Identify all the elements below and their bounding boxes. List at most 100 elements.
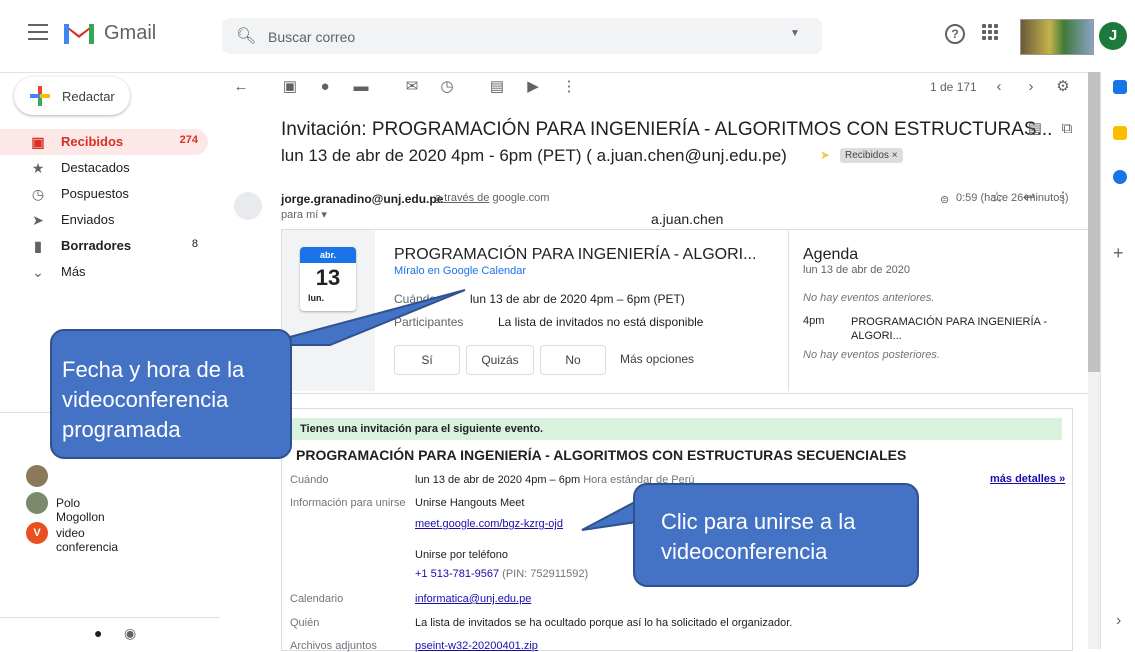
search-options-icon[interactable]: ▼: [790, 28, 800, 39]
recipient-dropdown[interactable]: para mí ▾: [281, 208, 327, 221]
settings-gear-icon[interactable]: ⚙: [1054, 78, 1072, 96]
person-icon[interactable]: ●: [94, 625, 102, 641]
mark-unread-icon[interactable]: ✉: [403, 78, 421, 96]
next-page-icon[interactable]: ›: [1022, 78, 1040, 96]
calendar-app-icon[interactable]: [1113, 80, 1127, 94]
via-link[interactable]: a través de: [435, 192, 489, 204]
label-chip[interactable]: Recibidos ×: [840, 148, 903, 163]
label-icon[interactable]: ▶: [524, 78, 542, 96]
who-label: Quién: [290, 617, 320, 629]
phone-info: +1 513-781-9567 (PIN: 752911592): [415, 568, 588, 580]
calendar-month: abr.: [300, 247, 356, 263]
sidebar-item-more[interactable]: ⌄ Más: [0, 259, 208, 285]
email-subject-line2: lun 13 de abr de 2020 4pm - 6pm (PET) ( …: [281, 146, 787, 165]
agenda-date: lun 13 de abr de 2020: [803, 264, 911, 276]
sidebar-item-starred[interactable]: ★ Destacados: [0, 155, 208, 181]
attachment-link[interactable]: pseint-w32-20200401.zip: [415, 640, 538, 652]
via-domain: google.com: [492, 192, 550, 204]
draft-count: 8: [191, 238, 198, 250]
when-datetime: lun 13 de abr de 2020 4pm – 6pm: [415, 474, 581, 486]
pagination-count: 1 de 171: [930, 80, 977, 94]
more-details-link[interactable]: más detalles »: [990, 473, 1065, 485]
more-vert-icon[interactable]: ⋮: [560, 78, 578, 96]
star-toggle-icon[interactable]: ☆: [988, 189, 1006, 207]
main-menu-icon[interactable]: [28, 24, 48, 40]
gmail-logo-icon[interactable]: [62, 20, 96, 46]
print-icon[interactable]: ▤: [1026, 120, 1044, 138]
sidebar-item-label: Enviados: [61, 212, 115, 227]
participants-value: La lista de invitados no está disponible: [498, 315, 704, 329]
keep-app-icon[interactable]: [1113, 126, 1127, 140]
apps-grid-icon[interactable]: [982, 24, 998, 40]
sidebar-item-label: Recibidos: [61, 134, 124, 149]
search-placeholder: Buscar correo: [268, 29, 356, 45]
sidebar-item-inbox[interactable]: ▣ Recibidos 274: [0, 129, 208, 155]
chevron-down-icon: ⌄: [32, 264, 44, 280]
calendar-label: Calendario: [290, 593, 344, 605]
view-in-calendar-link[interactable]: Míralo en Google Calendar: [394, 265, 526, 277]
expand-panel-icon[interactable]: ›: [1116, 612, 1121, 630]
phone-number-link[interactable]: +1 513-781-9567: [415, 568, 499, 580]
sidebar-item-label: Más: [61, 264, 86, 279]
search-icon[interactable]: 🔍︎: [236, 26, 256, 46]
join-title: Unirse Hangouts Meet: [415, 497, 525, 509]
sidebar-item-label: Destacados: [61, 160, 130, 175]
contact-avatar: [26, 492, 48, 514]
more-vert-icon[interactable]: ⋮: [1054, 189, 1072, 207]
sidebar-item-drafts[interactable]: ▮ Borradores 8: [0, 233, 208, 259]
when-label: Cuándo: [290, 474, 329, 486]
email-timestamp: 0:59 (hace 26 minutos): [956, 192, 1069, 204]
tasks-app-icon[interactable]: [1113, 170, 1127, 184]
contact-name: Polo Mogollon: [56, 496, 105, 524]
sidebar-item-snoozed[interactable]: ◷ Pospuestos: [0, 181, 208, 207]
meet-link[interactable]: meet.google.com/bgz-kzrg-ojd: [415, 518, 563, 530]
sidebar-bottom-bar: [0, 617, 220, 650]
join-info-label: Información para unirse: [290, 497, 406, 509]
agenda-title: Agenda: [803, 246, 859, 263]
recipient-name: a.juan.chen: [651, 211, 724, 227]
calendar-value[interactable]: informatica@unj.edu.pe: [415, 593, 531, 605]
app-name: Gmail: [104, 22, 157, 44]
open-new-window-icon[interactable]: ⧉: [1058, 120, 1076, 138]
importance-marker-icon[interactable]: ➤: [820, 148, 830, 162]
contact-name: video conferencia: [56, 526, 119, 554]
agenda-time: 4pm: [803, 315, 825, 327]
contact-avatar: V: [26, 522, 48, 544]
help-icon[interactable]: ?: [945, 24, 965, 44]
reply-icon[interactable]: ↩: [1020, 189, 1038, 207]
prev-page-icon[interactable]: ‹: [990, 78, 1008, 96]
move-to-icon[interactable]: ▤: [488, 78, 506, 96]
hangouts-icon[interactable]: ◉: [124, 625, 136, 642]
account-avatar[interactable]: J: [1099, 22, 1127, 50]
sidebar-item-sent[interactable]: ➤ Enviados: [0, 207, 208, 233]
more-options-button[interactable]: Más opciones: [620, 352, 694, 366]
phone-pin: (PIN: 752911592): [502, 568, 589, 580]
rsvp-no-button[interactable]: No: [540, 345, 606, 375]
report-spam-icon[interactable]: ●: [316, 78, 334, 96]
sender-avatar[interactable]: [234, 192, 262, 220]
organization-banner-image[interactable]: [1020, 19, 1094, 55]
agenda-no-next: No hay eventos posteriores.: [803, 349, 940, 361]
delete-icon[interactable]: ▬: [352, 78, 370, 96]
rsvp-maybe-button[interactable]: Quizás: [466, 345, 534, 375]
date-time-callout: Fecha y hora de la videoconferencia prog…: [50, 329, 292, 459]
attachments-label: Archivos adjuntos: [290, 640, 377, 652]
compose-label: Redactar: [62, 89, 115, 104]
callout-text: Clic para unirse a la videoconferencia: [661, 509, 856, 564]
join-callout: Clic para unirse a la videoconferencia: [633, 483, 919, 587]
agenda-no-previous: No hay eventos anteriores.: [803, 292, 935, 304]
add-addon-icon[interactable]: +: [1113, 243, 1124, 264]
sidebar-item-label: Borradores: [61, 238, 132, 253]
sender-email[interactable]: jorge.granadino@unj.edu.pe: [281, 192, 443, 206]
snooze-icon[interactable]: ◷: [438, 78, 456, 96]
scrollbar-thumb[interactable]: [1088, 72, 1100, 372]
event-title: PROGRAMACIÓN PARA INGENIERÍA - ALGORI...: [394, 246, 757, 263]
compose-plus-icon: [30, 86, 50, 106]
agenda-event[interactable]: PROGRAMACIÓN PARA INGENIERÍA - ALGORI...: [851, 315, 1051, 343]
archive-icon[interactable]: ▣: [281, 78, 299, 96]
back-arrow-icon[interactable]: ←: [232, 78, 250, 96]
side-panel-rail: [1100, 72, 1135, 649]
email-subject: Invitación: PROGRAMACIÓN PARA INGENIERÍA…: [281, 119, 1053, 140]
callout-text: Fecha y hora de la videoconferencia prog…: [62, 357, 245, 442]
phone-title: Unirse por teléfono: [415, 549, 508, 561]
